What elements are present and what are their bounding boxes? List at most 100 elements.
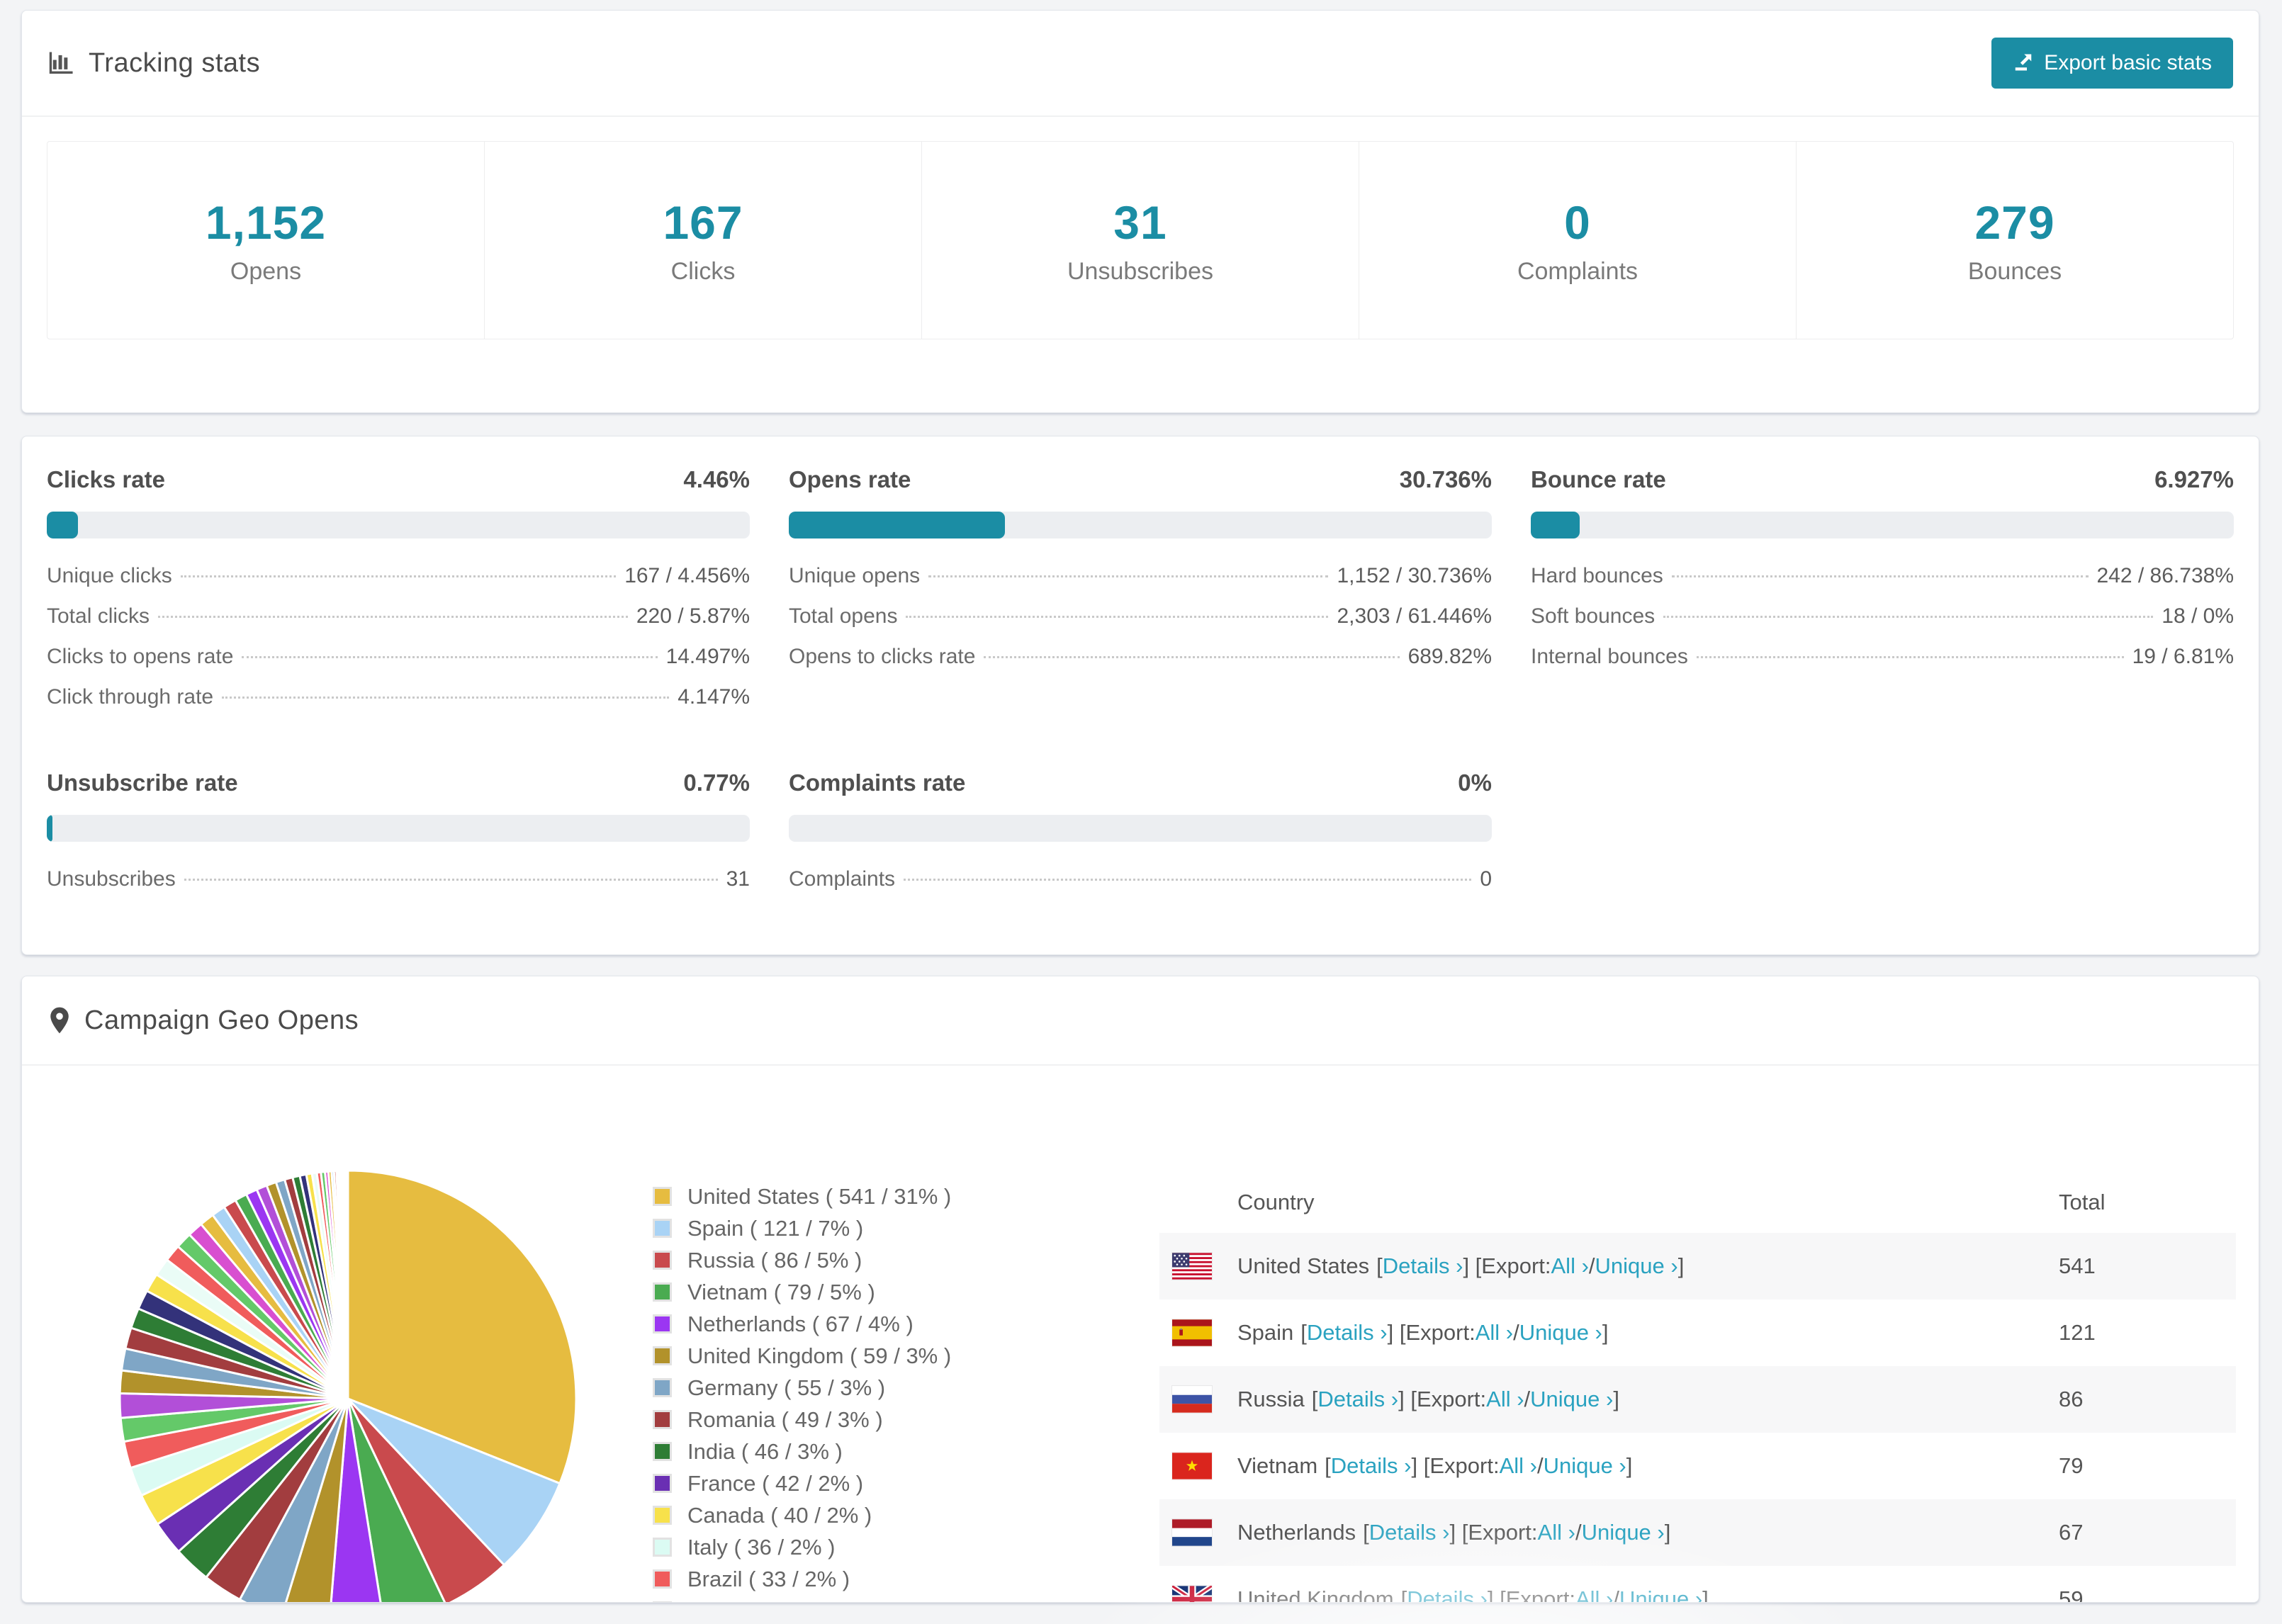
progress-fill [789, 512, 1005, 538]
rate-row-value: 689.82% [1407, 645, 1492, 668]
details-link[interactable]: Details › [1369, 1520, 1450, 1545]
geo-panel: Campaign Geo Opens United States ( 541 /… [21, 976, 2259, 1603]
flag-vn-icon [1172, 1453, 1212, 1479]
campaign-overview-page: Tracking stats Export basic stats 1,152 O… [0, 0, 2282, 1624]
dotted-leader [1663, 616, 2154, 618]
export-all-link[interactable]: All › [1500, 1453, 1537, 1479]
progress-bar [789, 512, 1492, 538]
pie-slice-other[interactable] [346, 1169, 349, 1399]
flag-us-icon [1172, 1253, 1212, 1280]
bar-chart-icon [47, 49, 76, 77]
export-all-link[interactable]: All › [1486, 1387, 1524, 1412]
punctuation: Export: [1481, 1253, 1551, 1278]
total-cell: 541 [2059, 1253, 2096, 1278]
rate-row-hard-bounces: Hard bounces 242 / 86.738% [1531, 564, 2234, 604]
rate-rows: Complaints 0 [789, 867, 1492, 908]
tracking-stats-panel: Tracking stats Export basic stats 1,152 O… [21, 10, 2259, 413]
rate-row-label: Complaints [789, 867, 896, 891]
export-basic-stats-button[interactable]: Export basic stats [1991, 38, 2233, 89]
rate-row-unique-opens: Unique opens 1,152 / 30.736% [789, 564, 1492, 604]
legend-item-united-states: United States ( 541 / 31% ) [653, 1180, 951, 1212]
rate-value: 6.927% [2154, 466, 2234, 492]
export-arrow-icon [2013, 52, 2034, 74]
legend-swatch [653, 1219, 672, 1238]
pie-svg [118, 1169, 578, 1602]
progress-fill [1531, 512, 1580, 538]
rate-row-unsubscribes: Unsubscribes 31 [47, 867, 750, 908]
table-row-netherlands: Netherlands[Details ›] [Export: All › / … [1159, 1499, 2236, 1566]
punctuation: ] [ [1398, 1387, 1417, 1411]
stat-box-unsubscribes: 31 Unsubscribes [921, 141, 1359, 339]
country-cell: Russia[Details ›] [Export: All › / Uniqu… [1159, 1386, 2059, 1413]
export-all-link[interactable]: All › [1551, 1253, 1589, 1279]
flag-ru-icon [1172, 1386, 1212, 1413]
stat-value: 0 [1564, 196, 1591, 249]
stat-label: Clicks [670, 257, 736, 285]
legend-item-canada: Canada ( 40 / 2% ) [653, 1499, 951, 1531]
legend-label: South Africa ( 29 / 2% ) [687, 1598, 914, 1603]
legend-swatch [653, 1346, 672, 1365]
dotted-leader [984, 656, 1400, 658]
dotted-leader [904, 879, 1472, 881]
rate-head: Clicks rate 4.46% [47, 466, 750, 493]
export-all-link[interactable]: All › [1538, 1520, 1575, 1545]
legend-label: Vietnam ( 79 / 5% ) [687, 1279, 875, 1304]
rate-row-label: Total opens [789, 604, 898, 628]
punctuation: Export: [1468, 1520, 1538, 1545]
export-unique-link[interactable]: Unique › [1544, 1453, 1626, 1479]
rate-block-opens-rate: Opens rate 30.736% Unique opens 1,152 / 30.… [789, 466, 1492, 726]
rate-row-value: 0 [1480, 867, 1492, 891]
legend-item-france: France ( 42 / 2% ) [653, 1467, 951, 1499]
rate-row-label: Unique clicks [47, 564, 172, 587]
table-row-russia: Russia[Details ›] [Export: All › / Uniqu… [1159, 1366, 2236, 1433]
legend-item-netherlands: Netherlands ( 67 / 4% ) [653, 1308, 951, 1340]
country-column-header: Country [1237, 1190, 1315, 1214]
export-unique-link[interactable]: Unique › [1519, 1320, 1602, 1346]
rate-value: 4.46% [683, 466, 750, 492]
country-name: United Kingdom [1237, 1586, 1394, 1603]
punctuation: ] [1677, 1253, 1685, 1278]
export-all-link[interactable]: All › [1575, 1586, 1613, 1602]
export-unique-link[interactable]: Unique › [1595, 1253, 1678, 1279]
rate-row-internal-bounces: Internal bounces 19 / 6.81% [1531, 645, 2234, 685]
export-unique-link[interactable]: Unique › [1582, 1520, 1665, 1545]
country-cell: United Kingdom [Details ›] [Export: All ›… [1159, 1586, 2059, 1603]
details-link[interactable]: Details › [1331, 1453, 1412, 1479]
details-link[interactable]: Details › [1407, 1586, 1488, 1602]
punctuation: ] [1602, 1320, 1609, 1345]
total-cell: 67 [2059, 1520, 2084, 1545]
punctuation: ] [ [1449, 1520, 1468, 1545]
rate-head: Opens rate 30.736% [789, 466, 1492, 493]
stats-row: 1,152 Opens 167 Clicks 31 Unsubscribes 0 Compla… [47, 141, 2234, 339]
punctuation: ] [ [1487, 1586, 1506, 1603]
country-name: United States [1237, 1253, 1370, 1278]
dotted-leader [1696, 656, 2124, 658]
progress-fill [47, 815, 52, 842]
table-row-united-kingdom: United Kingdom [Details ›] [Export: All ›… [1159, 1566, 2236, 1603]
details-link[interactable]: Details › [1307, 1320, 1388, 1346]
dotted-leader [906, 616, 1329, 618]
punctuation: Export: [1416, 1387, 1487, 1411]
rate-row-value: 4.147% [678, 685, 750, 709]
legend-label: Germany ( 55 / 3% ) [687, 1375, 886, 1400]
details-link[interactable]: Details › [1383, 1253, 1463, 1279]
country-name: Spain [1237, 1320, 1294, 1345]
legend-item-brazil: Brazil ( 33 / 2% ) [653, 1563, 951, 1595]
legend-label: Canada ( 40 / 2% ) [687, 1502, 872, 1528]
legend-item-vietnam: Vietnam ( 79 / 5% ) [653, 1276, 951, 1308]
export-all-link[interactable]: All › [1476, 1320, 1513, 1346]
export-unique-link[interactable]: Unique › [1530, 1387, 1613, 1412]
legend-label: Netherlands ( 67 / 4% ) [687, 1311, 914, 1336]
export-unique-link[interactable]: Unique › [1619, 1586, 1702, 1602]
punctuation: / [1536, 1453, 1544, 1478]
legend-swatch [653, 1601, 672, 1602]
geo-table-body: United States[Details ›] [Export: All › … [1159, 1233, 2236, 1603]
flag-es-icon [1172, 1319, 1212, 1346]
legend-swatch [653, 1506, 672, 1525]
progress-fill [47, 512, 79, 538]
rate-row-label: Soft bounces [1531, 604, 1656, 628]
legend-swatch [653, 1410, 672, 1429]
rate-row-opens-to-clicks-rate: Opens to clicks rate 689.82% [789, 645, 1492, 685]
details-link[interactable]: Details › [1317, 1387, 1398, 1412]
punctuation: / [1513, 1320, 1519, 1345]
